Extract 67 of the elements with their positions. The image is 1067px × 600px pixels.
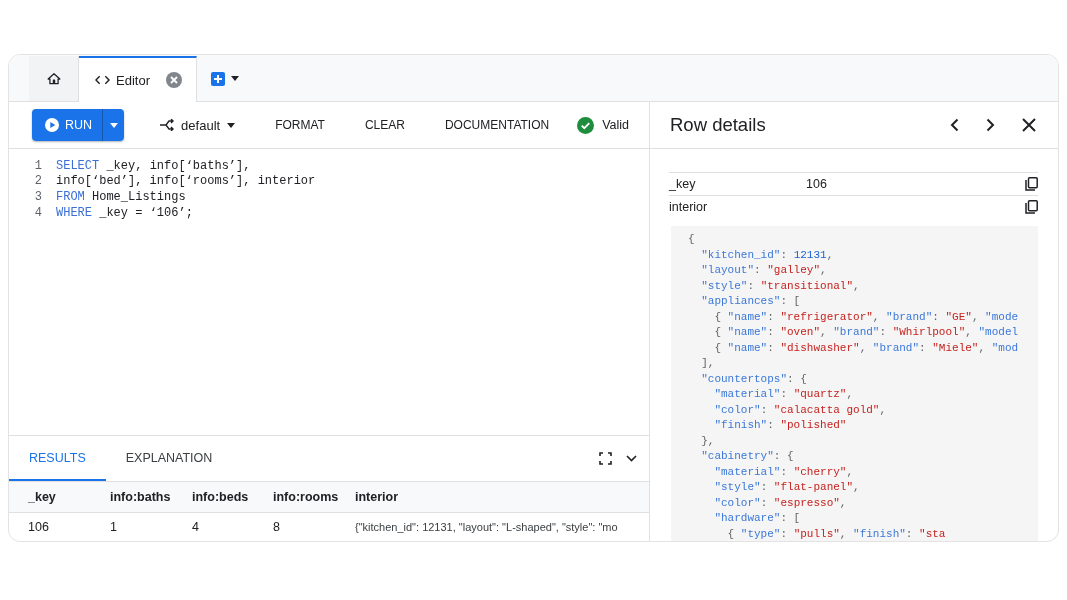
close-icon[interactable] — [1022, 118, 1036, 132]
code-icon — [95, 75, 110, 85]
table-cell-text: 106 — [28, 520, 50, 534]
table-cell-text: 4 — [192, 520, 200, 534]
column-header: _key — [28, 490, 57, 504]
table-cell-text: 8 — [273, 520, 281, 534]
plus-icon — [211, 71, 225, 86]
editor-tab[interactable]: Editor — [79, 56, 197, 102]
previous-icon[interactable] — [950, 118, 959, 132]
toolbar-button[interactable]: DOCUMENTATION — [438, 118, 556, 132]
json-line: "layout": "galley", — [700, 263, 828, 278]
toolbar-button[interactable]: FORMAT — [269, 118, 331, 132]
json-line: }, — [700, 433, 716, 449]
line-number: 1 — [33, 158, 43, 173]
json-line: { "name": "dishwasher", "brand": "Miele", "mod — [713, 340, 1020, 356]
json-line: "color": "espresso", — [713, 495, 848, 511]
toolbar-button[interactable]: CLEAR — [358, 118, 411, 132]
json-line: "cabinetry": { — [700, 449, 795, 464]
code-line: FROM Home_Listings — [56, 190, 186, 204]
json-line: "color": "calacatta gold", — [713, 402, 888, 418]
field-name: _key — [669, 177, 697, 191]
code-line: SELECT _key, info[‘baths’], — [56, 158, 251, 173]
table-cell-text: {"kitchen_id": 12131, "layout": "L-shaped", "style": "mo — [355, 521, 619, 533]
table-cell-text: 1 — [110, 520, 118, 534]
code-line: WHERE _key = ‘106’; — [56, 205, 193, 220]
status-text: Valid — [602, 118, 630, 132]
json-line: { — [688, 232, 696, 247]
column-header: interior — [355, 490, 400, 504]
json-line: ], — [700, 356, 716, 371]
json-line: { "name": "refrigerator", "brand": "GE", "mode — [713, 309, 1020, 325]
next-icon[interactable] — [986, 118, 995, 132]
json-line: "hardware": [ — [713, 511, 802, 526]
home-tab[interactable] — [29, 56, 79, 101]
copy-icon[interactable] — [1025, 200, 1038, 214]
json-line: "kitchen_id": 12131, — [700, 247, 835, 263]
caret-icon — [227, 122, 236, 128]
profile-dropdown[interactable]: default — [154, 116, 242, 134]
field-name: interior — [669, 200, 709, 214]
home-icon — [46, 71, 61, 86]
copy-icon[interactable] — [1025, 177, 1038, 191]
caret-icon — [109, 122, 118, 128]
fullscreen-icon[interactable] — [599, 452, 612, 465]
json-line: "style": "flat-panel", — [713, 480, 861, 495]
panel-title: Row details — [670, 114, 767, 136]
json-line: "appliances": [ — [700, 294, 802, 309]
line-number: 3 — [33, 190, 43, 204]
line-number: 2 — [33, 174, 43, 189]
code-line: info[‘bed’], info[‘rooms’], interior — [56, 174, 316, 189]
json-line: "material": "quartz", — [713, 387, 855, 402]
column-header: info:beds — [192, 490, 250, 504]
json-line: { "type": "pulls", "finish": "sta — [726, 526, 947, 541]
run-menu-button[interactable] — [102, 109, 125, 141]
json-line: { "name": "oven", "brand": "Whirlpool", "model — [713, 325, 1020, 340]
json-line: "material": "cherry", — [713, 464, 855, 480]
field-value: 106 — [806, 177, 828, 191]
json-line: "finish": "polished" — [713, 418, 848, 433]
chevron-down-icon[interactable] — [626, 455, 637, 462]
branch-icon — [160, 119, 175, 131]
json-line: "countertops": { — [700, 371, 808, 387]
results-tab[interactable]: EXPLANATION — [105, 436, 233, 481]
column-header: info:baths — [110, 490, 172, 504]
json-line: "style": "transitional", — [700, 278, 861, 294]
run-button[interactable]: RUN — [32, 109, 103, 141]
caret-icon — [231, 76, 239, 81]
line-number: 4 — [33, 205, 43, 220]
play-icon — [45, 118, 59, 132]
column-header: info:rooms — [273, 490, 340, 504]
